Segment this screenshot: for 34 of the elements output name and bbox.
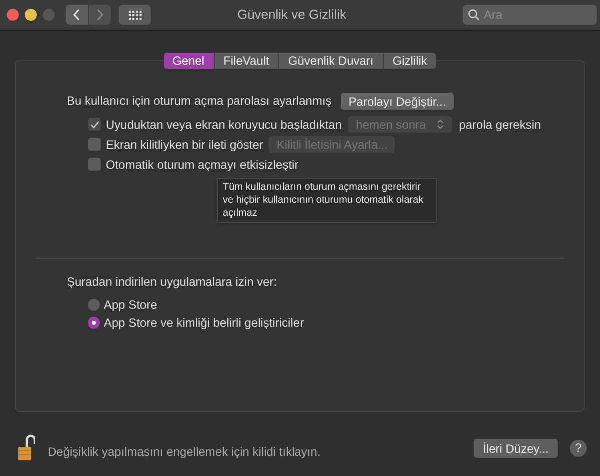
radio-button[interactable] [88,299,100,311]
tab[interactable]: Güvenlik Duvarı [279,53,384,69]
help-button[interactable]: ? [570,440,587,457]
grid-icon [128,10,142,20]
back-button[interactable] [66,5,88,25]
checkbox[interactable] [88,138,101,151]
radio-label: App Store [104,297,158,314]
window-title: Güvenlik ve Gizlilik [237,6,347,24]
padlock-icon[interactable] [18,434,35,461]
close-button[interactable] [7,9,19,21]
tab[interactable]: Gizlilik [384,53,436,69]
change-password-button[interactable]: Parolayı Değiştir... [340,92,454,110]
option-suffix: parola gereksin [459,116,542,134]
chevron-left-icon [73,9,81,21]
lock-hint-text: Değişiklik yapılmasını engellemek için kilidi tıklayın. [48,444,321,460]
chevron-right-icon [96,9,104,21]
downloads-heading: Şuradan indirilen uygulamalara izin ver: [67,274,278,291]
radio-label: App Store ve kimliği belirli geliştiriciler [104,315,304,332]
tab[interactable]: Genel [164,53,215,69]
option-label: Ekran kilitliyken bir ileti göster [106,136,264,154]
forward-button[interactable] [89,5,111,25]
stepper-icon [437,119,444,130]
password-status-text: Bu kullanıcı için oturum açma parolası ayarlanmış [67,93,332,110]
search-icon [468,9,480,21]
show-all-button[interactable] [119,5,151,25]
checkbox[interactable] [88,118,101,131]
advanced-button[interactable]: İleri Düzey... [474,439,558,458]
tab[interactable]: FileVault [214,53,280,69]
checkbox[interactable] [88,158,101,171]
option-label: Otomatik oturum açmayı etkisizleştir [106,156,299,174]
tooltip: Tüm kullanıcıların oturum açmasını gerektirir ve hiçbir kullanıcının oturumu otomatik olarak açılmaz [217,178,437,223]
radio-button[interactable] [88,317,100,329]
minimize-button[interactable] [25,9,37,21]
option-label: Uyuduktan veya ekran koruyucu başladıktan [106,116,342,134]
